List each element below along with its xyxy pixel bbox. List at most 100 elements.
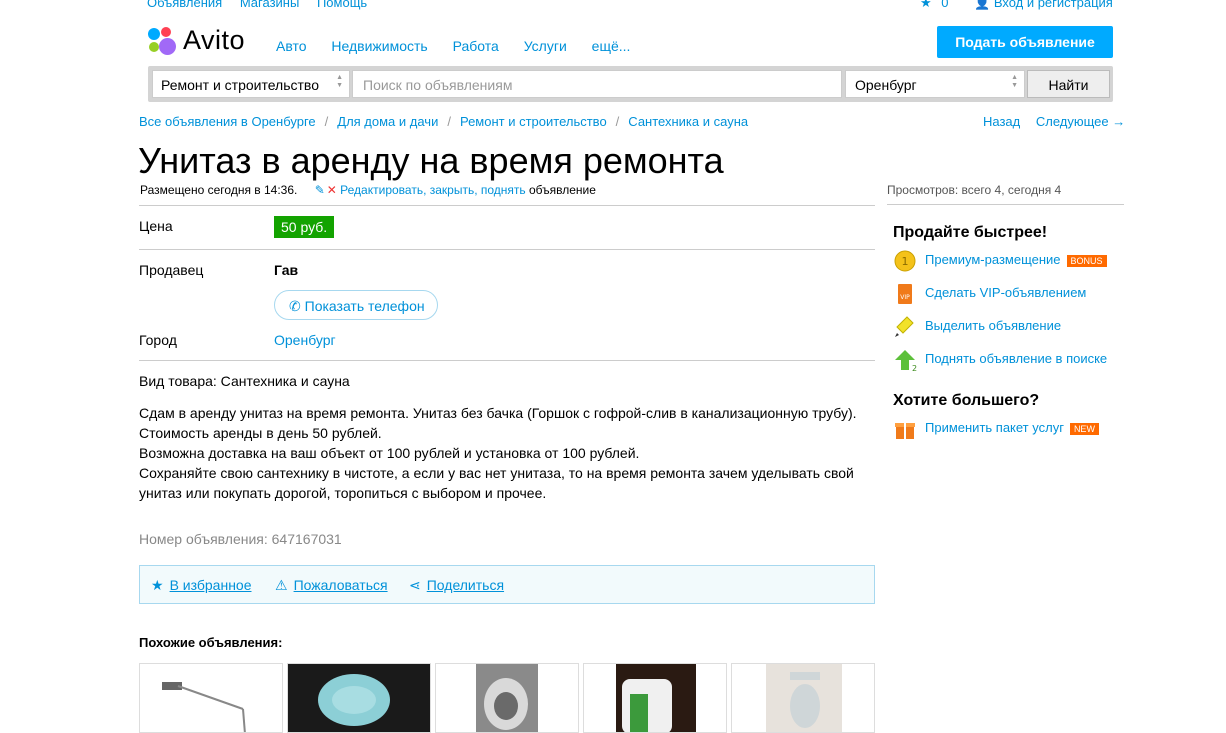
star-icon: ★ — [920, 0, 932, 10]
top-link-help[interactable]: Помощь — [317, 0, 367, 10]
service-premium[interactable]: 1 Премиум-размещение BONUS — [893, 248, 1107, 272]
login-link[interactable]: 👤 Вход и регистрация — [974, 0, 1113, 11]
service-label: Сделать VIP-объявлением — [925, 285, 1087, 300]
pencil-icon: ✎ — [314, 183, 325, 197]
price-badge: 50 руб. — [274, 216, 335, 238]
similar-thumbnail[interactable] — [731, 663, 875, 733]
report-action[interactable]: ⚠ Пожаловаться — [275, 577, 388, 594]
item-kind: Вид товара: Сантехника и сауна — [139, 373, 350, 389]
breadcrumb: Все объявления в Оренбурге / Для дома и да… — [139, 114, 748, 129]
water-heater-image — [616, 664, 696, 732]
favorites-counter[interactable]: ★ 0 — [920, 0, 949, 11]
avito-logo[interactable]: Avito — [147, 25, 257, 57]
back-link[interactable]: Назад — [983, 114, 1020, 129]
similar-thumbnail[interactable] — [139, 663, 283, 733]
posted-info: Размещено сегодня в 14:36. ✎ ✕ Редактиров… — [140, 183, 596, 197]
toilet-image — [288, 664, 430, 732]
user-icon: 👤 — [974, 0, 991, 10]
category-value: Ремонт и строительство — [161, 77, 319, 93]
service-highlight[interactable]: Выделить объявление — [893, 314, 1061, 338]
select-arrows-icon: ▲ ▼ — [336, 74, 343, 89]
breadcrumb-item[interactable]: Все объявления в Оренбурге — [139, 114, 316, 129]
city-label: Город — [139, 332, 177, 348]
nav-item-auto[interactable]: Авто — [276, 38, 307, 54]
nav-item-jobs[interactable]: Работа — [453, 38, 499, 54]
post-ad-button[interactable]: Подать объявление — [937, 26, 1113, 58]
service-vip[interactable]: VIP Сделать VIP-объявлением — [893, 281, 1086, 305]
pipe-fitting-image — [162, 682, 246, 732]
service-label: Поднять объявление в поиске — [925, 351, 1108, 366]
service-package[interactable]: Применить пакет услуг NEW — [893, 416, 1099, 440]
breadcrumb-separator: / — [324, 114, 329, 129]
divider — [139, 360, 875, 361]
edit-links[interactable]: Редактировать, закрыть, поднять — [340, 183, 525, 197]
bonus-badge: BONUS — [1066, 254, 1107, 267]
coin-icon: 1 — [894, 250, 916, 272]
phone-icon: ✆ — [289, 298, 301, 314]
share-action[interactable]: ⋖ Поделиться — [409, 577, 504, 594]
nav-item-more[interactable]: ещё... — [592, 38, 631, 54]
toilet-seat-image — [476, 664, 538, 732]
breadcrumb-item[interactable]: Ремонт и строительство — [460, 114, 607, 129]
breadcrumb-separator: / — [447, 114, 451, 129]
svg-text:1: 1 — [902, 255, 909, 268]
similar-thumbnail[interactable] — [435, 663, 579, 733]
breadcrumb-separator: / — [615, 114, 620, 129]
service-label: Применить пакет услуг — [925, 420, 1064, 435]
search-button[interactable]: Найти — [1027, 70, 1110, 98]
highlighter-icon — [895, 315, 914, 337]
divider — [887, 204, 1124, 205]
nav-item-services[interactable]: Услуги — [524, 38, 567, 54]
similar-thumbnail[interactable] — [287, 663, 431, 733]
top-link-shops[interactable]: Магазины — [240, 0, 300, 10]
favorites-count: 0 — [941, 0, 949, 10]
next-link[interactable]: Следующее → — [1036, 114, 1125, 129]
favorite-action[interactable]: ★ В избранное — [151, 577, 252, 594]
logo-dot-purple — [159, 38, 176, 55]
star-icon: ★ — [151, 577, 164, 593]
show-phone-label: Показать телефон — [304, 298, 425, 314]
svg-text:2: 2 — [912, 364, 917, 372]
squat-toilet-image — [766, 664, 842, 732]
logo-text: Avito — [183, 25, 246, 55]
description-line: Сохраняйте свою сантехнику в чистоте, а … — [139, 465, 854, 501]
warning-icon: ⚠ — [275, 577, 288, 593]
svg-text:VIP: VIP — [900, 294, 910, 301]
pager: Назад Следующее → — [983, 114, 1125, 129]
report-label: Пожаловаться — [293, 577, 388, 593]
login-label: Вход и регистрация — [993, 0, 1113, 10]
city-select[interactable]: Оренбург ▲ ▼ — [845, 70, 1025, 98]
sell-faster-title: Продайте быстрее! — [893, 224, 1048, 241]
nav-item-realty[interactable]: Недвижимость — [331, 38, 427, 54]
ad-number: Номер объявления: 647167031 — [139, 531, 342, 547]
similar-title: Похожие объявления: — [139, 635, 283, 650]
breadcrumb-item[interactable]: Для дома и дачи — [337, 114, 438, 129]
show-phone-button[interactable]: ✆ Показать телефон — [274, 290, 438, 320]
city-select-value: Оренбург — [855, 77, 917, 93]
city-link[interactable]: Оренбург — [274, 332, 336, 348]
views-counter: Просмотров: всего 4, сегодня 4 — [887, 183, 1062, 197]
vip-icon: VIP — [898, 283, 912, 304]
divider — [139, 249, 875, 250]
select-arrows-icon: ▲ ▼ — [1011, 74, 1018, 89]
category-select[interactable]: Ремонт и строительство ▲ ▼ — [152, 70, 350, 98]
breadcrumb-item[interactable]: Сантехника и сауна — [628, 114, 748, 129]
top-link-ads[interactable]: Объявления — [147, 0, 222, 10]
gift-box-icon — [895, 422, 915, 439]
share-label: Поделиться — [426, 577, 505, 593]
price-label: Цена — [139, 218, 173, 234]
want-more-title: Хотите большего? — [893, 392, 1040, 409]
description: Сдам в аренду унитаз на время ремонта. У… — [139, 403, 879, 503]
main-nav: Авто Недвижимость Работа Услуги ещё... — [276, 38, 651, 54]
service-raise[interactable]: 2 Поднять объявление в поиске — [893, 347, 1108, 372]
actions-bar: ★ В избранное ⚠ Пожаловаться ⋖ Поделиться — [139, 565, 875, 604]
seller-label: Продавец — [139, 262, 204, 278]
description-line: Сдам в аренду унитаз на время ремонта. У… — [139, 405, 857, 421]
logo-dot-blue — [148, 28, 160, 40]
logo-dot-green — [149, 42, 159, 52]
similar-thumbnail[interactable] — [583, 663, 727, 733]
search-input[interactable]: Поиск по объявлениям — [352, 70, 842, 98]
top-nav: Объявления Магазины Помощь — [147, 0, 381, 10]
favorite-label: В избранное — [169, 577, 252, 593]
description-line: Возможна доставка на ваш объект от 100 р… — [139, 445, 640, 461]
